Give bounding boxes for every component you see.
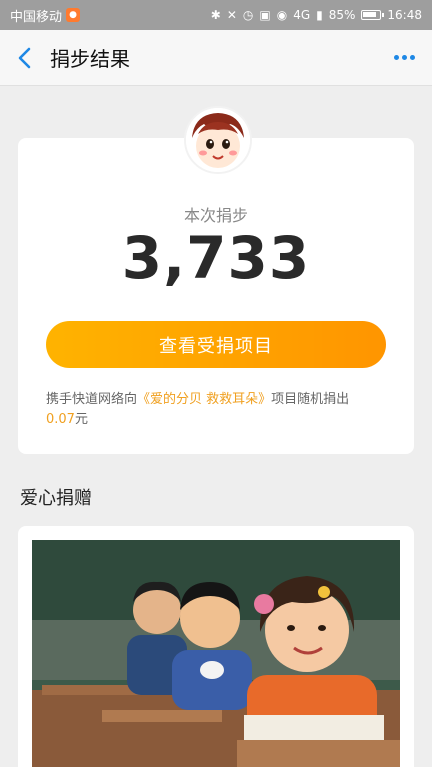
chevron-left-icon [18,47,31,68]
notification-icon: ● [66,8,81,22]
project-card[interactable] [18,526,414,767]
nav-bar: 捐步结果 [0,30,432,86]
alarm-icon: ◷ [242,8,254,22]
project-photo [32,540,400,767]
donation-result-card: 本次捐步 3,733 查看受捐项目 携手快道网络向《爱的分贝 救救耳朵》项目随机… [18,138,414,454]
desc-prefix: 携手快道网络向 [46,392,138,407]
amount-unit: 元 [74,412,88,427]
donation-description: 携手快道网络向《爱的分贝 救救耳朵》项目随机捐出 0.07元 [46,390,396,430]
more-icon [393,55,415,60]
mute-icon: ✕ [226,8,237,22]
status-right: ✱ ✕ ◷ ▣ ◉ 4G ▮ 85% 16:48 [211,8,422,22]
step-label: 本次捐步 [183,206,248,225]
cartoon-avatar-image [186,108,250,172]
carrier-name: 中国移动 [10,9,63,25]
network-type: 4G [293,8,311,22]
view-project-button[interactable]: 查看受捐项目 [46,321,386,368]
step-count: 3,733 [121,224,311,292]
donation-amount: 0.07 [46,412,75,427]
status-left: 中国移动 ● [10,6,81,25]
avatar [184,106,252,174]
section-title: 爱心捐赠 [20,488,92,509]
project-link[interactable]: 《爱的分贝 救救耳朵》 [137,392,271,407]
bluetooth-icon: ✱ [210,8,221,22]
hd-icon: ▣ [259,8,271,22]
classroom-children-image [32,540,400,767]
signal-icon: ▮ [316,8,323,22]
clock-time: 16:48 [387,8,422,22]
battery-icon [361,10,385,20]
desc-suffix: 项目随机捐出 [271,392,350,407]
status-bar: 中国移动 ● ✱ ✕ ◷ ▣ ◉ 4G ▮ 85% 16:48 [0,0,432,30]
page-title: 捐步结果 [50,47,130,71]
back-button[interactable] [0,30,48,86]
battery-percent: 85% [328,8,356,22]
eye-icon: ◉ [276,8,288,22]
more-button[interactable] [376,30,432,86]
